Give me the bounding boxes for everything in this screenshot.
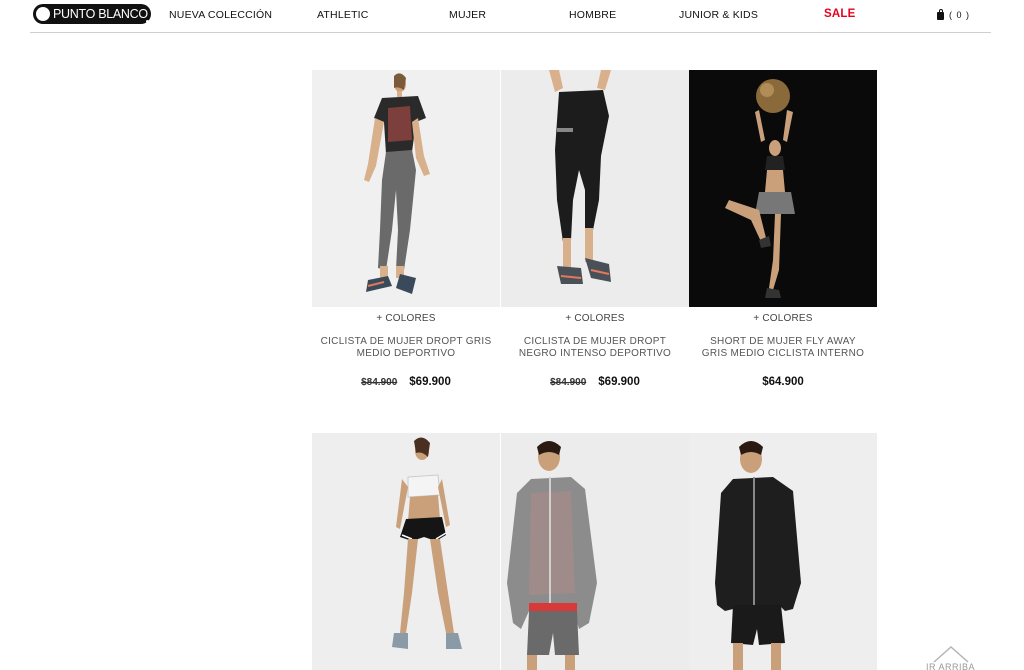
- product-prices: $84.900 $69.900: [312, 372, 500, 390]
- product-image[interactable]: [689, 70, 877, 307]
- registered-mark-icon: [146, 20, 149, 23]
- nav-item-nueva-coleccion[interactable]: NUEVA COLECCIÓN: [169, 9, 272, 21]
- back-to-top-button[interactable]: IR ARRIBA: [924, 644, 978, 670]
- header-divider: [30, 32, 991, 33]
- product-name[interactable]: CICLISTA DE MUJER DROPT GRIS MEDIO DEPOR…: [312, 336, 500, 360]
- nav-item-hombre[interactable]: HOMBRE: [569, 9, 616, 21]
- logo-circle-icon: [36, 7, 50, 21]
- more-colors-link[interactable]: + COLORES: [501, 313, 689, 324]
- product-name[interactable]: CICLISTA DE MUJER DROPT NEGRO INTENSO DE…: [501, 336, 689, 360]
- sale-price: $69.900: [598, 376, 640, 388]
- product-prices: $84.900 $69.900: [501, 372, 689, 390]
- nav-item-mujer[interactable]: MUJER: [449, 9, 486, 21]
- cart-button[interactable]: ( 0 ): [936, 9, 970, 20]
- brand-logo[interactable]: PUNTO BLANCO: [33, 4, 151, 24]
- product-image[interactable]: [689, 433, 877, 670]
- product-image[interactable]: [501, 70, 689, 307]
- product-image[interactable]: [312, 433, 500, 670]
- product-prices: $64.900: [689, 372, 877, 390]
- chevron-up-icon: [933, 645, 969, 663]
- product-image[interactable]: [312, 70, 500, 307]
- nav-item-athletic[interactable]: ATHLETIC: [317, 9, 369, 21]
- nav-item-sale[interactable]: SALE: [824, 8, 855, 20]
- nav-item-junior-kids[interactable]: JUNIOR & KIDS: [679, 9, 758, 21]
- sale-price: $69.900: [409, 376, 451, 388]
- header: PUNTO BLANCO NUEVA COLECCIÓN ATHLETIC MU…: [0, 0, 1024, 33]
- sale-price: $64.900: [762, 376, 804, 388]
- logo-text: PUNTO BLANCO: [53, 7, 148, 21]
- product-name[interactable]: SHORT DE MUJER FLY AWAY GRIS MEDIO CICLI…: [689, 336, 877, 360]
- more-colors-link[interactable]: + COLORES: [689, 313, 877, 324]
- original-price: $84.900: [361, 377, 398, 388]
- product-image[interactable]: [501, 433, 689, 670]
- shopping-bag-icon: [936, 9, 945, 20]
- cart-count: ( 0 ): [949, 9, 971, 20]
- more-colors-link[interactable]: + COLORES: [312, 313, 500, 324]
- original-price: $84.900: [550, 377, 587, 388]
- back-to-top-label: IR ARRIBA: [926, 662, 976, 670]
